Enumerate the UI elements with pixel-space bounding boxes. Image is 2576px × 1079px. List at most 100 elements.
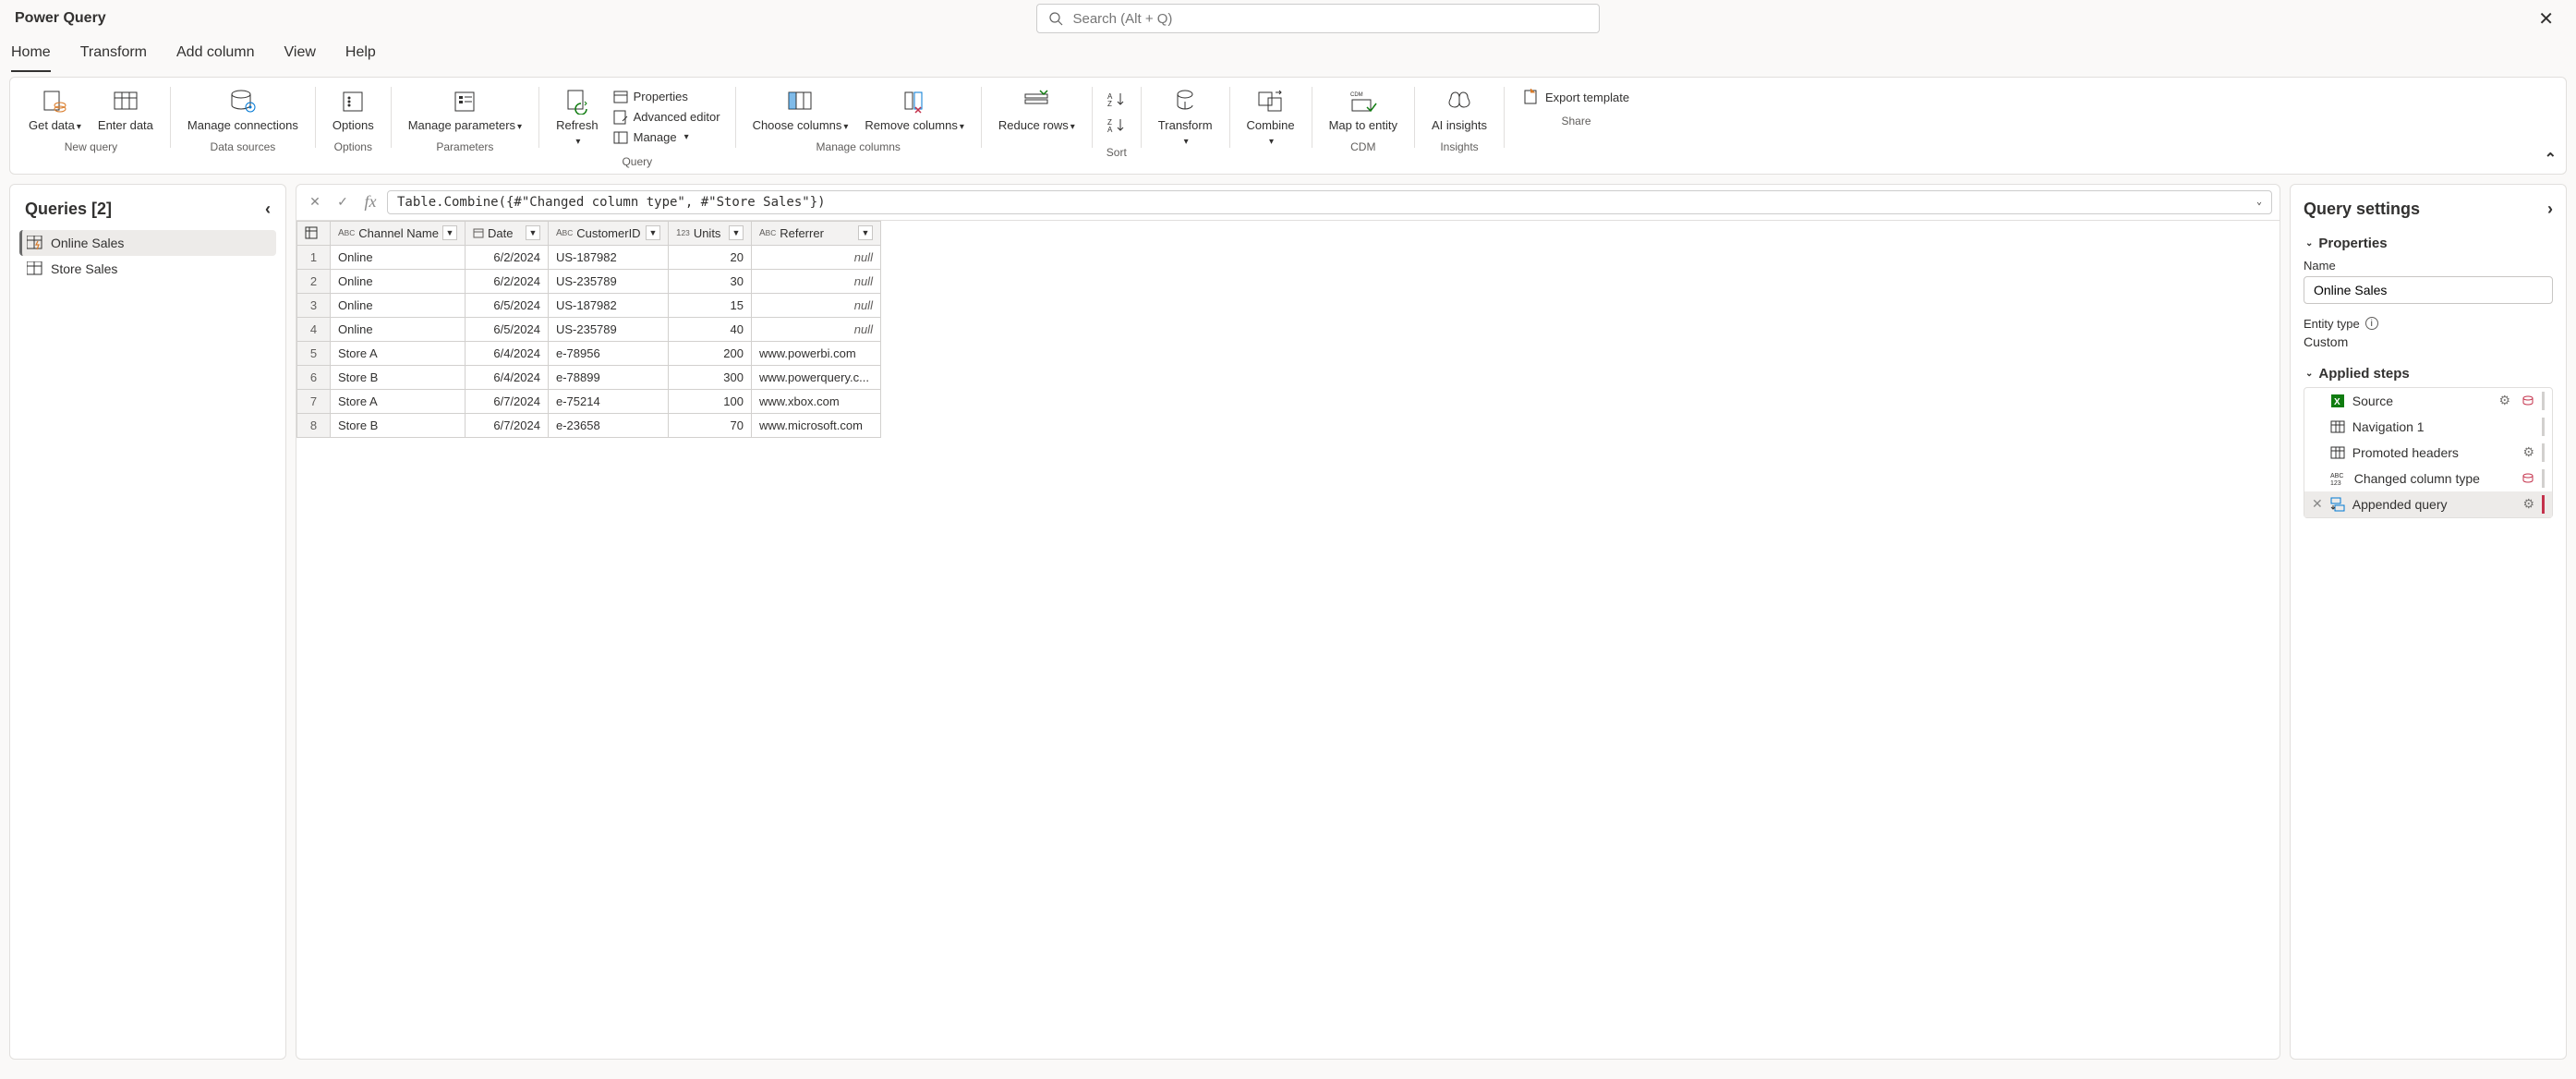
- row-number[interactable]: 7: [297, 389, 331, 413]
- row-number[interactable]: 3: [297, 293, 331, 317]
- cell[interactable]: www.powerbi.com: [751, 341, 880, 365]
- cell[interactable]: www.xbox.com: [751, 389, 880, 413]
- cell[interactable]: Store B: [331, 413, 466, 437]
- cell[interactable]: 200: [668, 341, 751, 365]
- collapse-ribbon-button[interactable]: ⌃: [2545, 150, 2557, 168]
- cell[interactable]: 6/4/2024: [465, 365, 548, 389]
- cell[interactable]: US-235789: [548, 317, 668, 341]
- cell[interactable]: 6/2/2024: [465, 245, 548, 269]
- cell[interactable]: e-23658: [548, 413, 668, 437]
- advanced-editor-button[interactable]: Advanced editor: [608, 108, 726, 127]
- refresh-button[interactable]: Refresh▾: [549, 83, 606, 152]
- filter-button[interactable]: ▼: [729, 225, 744, 240]
- gear-icon[interactable]: ⚙: [2498, 393, 2510, 408]
- manage-button[interactable]: Manage▾: [608, 128, 695, 147]
- cell[interactable]: 100: [668, 389, 751, 413]
- options-button[interactable]: Options: [325, 83, 381, 137]
- cell[interactable]: 6/5/2024: [465, 293, 548, 317]
- column-header-customer-id[interactable]: ABCCustomerID▼: [548, 221, 668, 245]
- cell[interactable]: e-78899: [548, 365, 668, 389]
- table-row[interactable]: 1Online6/2/2024US-18798220null: [297, 245, 881, 269]
- cell[interactable]: US-187982: [548, 245, 668, 269]
- search-box[interactable]: [1036, 4, 1600, 33]
- cell[interactable]: null: [751, 317, 880, 341]
- table-row[interactable]: 8Store B6/7/2024e-2365870www.microsoft.c…: [297, 413, 881, 437]
- filter-button[interactable]: ▼: [858, 225, 873, 240]
- table-row[interactable]: 6Store B6/4/2024e-78899300www.powerquery…: [297, 365, 881, 389]
- cell[interactable]: www.microsoft.com: [751, 413, 880, 437]
- step-item[interactable]: ✕Navigation 1: [2304, 414, 2552, 440]
- collapse-queries-button[interactable]: ‹: [265, 200, 271, 219]
- cell[interactable]: e-75214: [548, 389, 668, 413]
- cell[interactable]: 15: [668, 293, 751, 317]
- filter-button[interactable]: ▼: [646, 225, 660, 240]
- choose-columns-button[interactable]: Choose columns▾: [745, 83, 856, 137]
- column-header-channel-name[interactable]: ABCChannel Name▼: [331, 221, 466, 245]
- export-template-button[interactable]: Export template: [1514, 83, 1639, 111]
- transform-button[interactable]: Transform▾: [1151, 83, 1220, 152]
- gear-icon[interactable]: ⚙: [2522, 496, 2534, 512]
- query-item-online-sales[interactable]: Online Sales: [19, 230, 276, 256]
- gear-icon[interactable]: ⚙: [2522, 444, 2534, 460]
- sort-asc-button[interactable]: AZ: [1106, 89, 1128, 111]
- cell[interactable]: Online: [331, 245, 466, 269]
- step-item[interactable]: ✕XSource⚙: [2304, 388, 2552, 414]
- step-extra-icon[interactable]: [2522, 472, 2534, 485]
- collapse-settings-button[interactable]: ›: [2547, 200, 2553, 219]
- cell[interactable]: e-78956: [548, 341, 668, 365]
- filter-button[interactable]: ▼: [442, 225, 457, 240]
- cell[interactable]: US-235789: [548, 269, 668, 293]
- step-extra-icon[interactable]: [2522, 394, 2534, 407]
- row-number[interactable]: 8: [297, 413, 331, 437]
- row-number[interactable]: 5: [297, 341, 331, 365]
- table-row[interactable]: 7Store A6/7/2024e-75214100www.xbox.com: [297, 389, 881, 413]
- cell[interactable]: null: [751, 245, 880, 269]
- tab-view[interactable]: View: [284, 37, 316, 72]
- select-all-cell[interactable]: [297, 221, 331, 245]
- cell[interactable]: 6/2/2024: [465, 269, 548, 293]
- step-item[interactable]: ✕Promoted headers⚙: [2304, 440, 2552, 466]
- table-row[interactable]: 4Online6/5/2024US-23578940null: [297, 317, 881, 341]
- filter-button[interactable]: ▼: [526, 225, 540, 240]
- table-row[interactable]: 2Online6/2/2024US-23578930null: [297, 269, 881, 293]
- search-input[interactable]: [1072, 11, 1588, 27]
- enter-data-button[interactable]: Enter data: [91, 83, 161, 137]
- cell[interactable]: 6/5/2024: [465, 317, 548, 341]
- query-name-input[interactable]: [2304, 276, 2553, 304]
- cell[interactable]: 6/7/2024: [465, 413, 548, 437]
- cell[interactable]: 300: [668, 365, 751, 389]
- tab-home[interactable]: Home: [11, 37, 51, 72]
- get-data-button[interactable]: Get data▾: [21, 83, 89, 137]
- close-button[interactable]: ✕: [2531, 4, 2561, 34]
- delete-step-button[interactable]: ✕: [2312, 496, 2323, 512]
- query-item-store-sales[interactable]: Store Sales: [19, 256, 276, 282]
- cell[interactable]: null: [751, 269, 880, 293]
- cell[interactable]: Online: [331, 317, 466, 341]
- cell[interactable]: 6/7/2024: [465, 389, 548, 413]
- row-number[interactable]: 6: [297, 365, 331, 389]
- cell[interactable]: Store A: [331, 341, 466, 365]
- column-header-date[interactable]: Date▼: [465, 221, 548, 245]
- applied-steps-section[interactable]: ⌄ Applied steps: [2304, 366, 2553, 382]
- column-header-units[interactable]: 123Units▼: [668, 221, 751, 245]
- properties-section[interactable]: ⌄ Properties: [2304, 236, 2553, 251]
- cell[interactable]: null: [751, 293, 880, 317]
- manage-parameters-button[interactable]: Manage parameters▾: [401, 83, 529, 137]
- reduce-rows-button[interactable]: Reduce rows▾: [991, 83, 1082, 137]
- tab-help[interactable]: Help: [345, 37, 376, 72]
- remove-columns-button[interactable]: Remove columns▾: [857, 83, 971, 137]
- cell[interactable]: Online: [331, 293, 466, 317]
- properties-button[interactable]: Properties: [608, 88, 694, 106]
- table-row[interactable]: 5Store A6/4/2024e-78956200www.powerbi.co…: [297, 341, 881, 365]
- cell[interactable]: 20: [668, 245, 751, 269]
- cell[interactable]: Store A: [331, 389, 466, 413]
- row-number[interactable]: 4: [297, 317, 331, 341]
- cell[interactable]: 70: [668, 413, 751, 437]
- commit-formula-button[interactable]: ✓: [332, 191, 354, 213]
- tab-transform[interactable]: Transform: [80, 37, 147, 72]
- sort-desc-button[interactable]: ZA: [1106, 115, 1128, 137]
- manage-connections-button[interactable]: Manage connections: [180, 83, 306, 137]
- cancel-formula-button[interactable]: ✕: [304, 191, 326, 213]
- cell[interactable]: Store B: [331, 365, 466, 389]
- row-number[interactable]: 2: [297, 269, 331, 293]
